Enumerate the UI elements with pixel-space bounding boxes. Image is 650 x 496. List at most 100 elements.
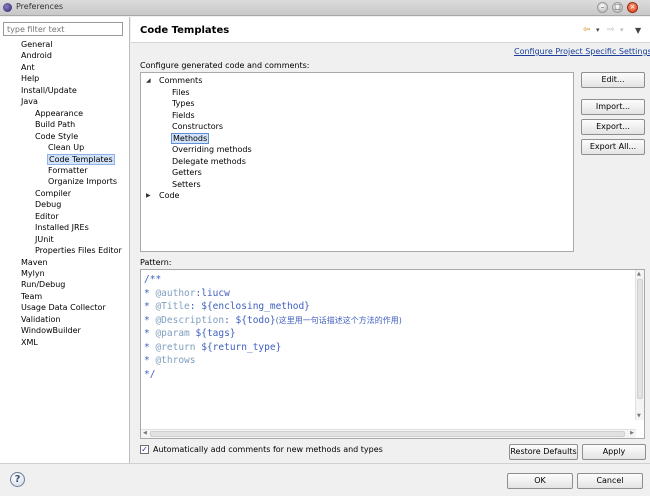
pattern-text-segment: * xyxy=(144,341,156,353)
cancel-button[interactable]: Cancel xyxy=(577,473,643,489)
export-all-button[interactable]: Export All... xyxy=(581,139,645,155)
sidebar-item[interactable]: Code Style xyxy=(34,131,79,142)
window-title: Preferences xyxy=(16,2,64,11)
pattern-line: * @Description: ${todo}(这里用一句话描述这个方法的作用) xyxy=(144,314,402,328)
configure-project-settings-link[interactable]: Configure Project Specific Settings... xyxy=(514,47,650,56)
horizontal-scrollbar[interactable]: ◀ ▶ xyxy=(141,429,636,438)
title-bar: Preferences – □ × xyxy=(0,0,650,16)
sidebar-item[interactable]: Organize Imports xyxy=(47,176,118,187)
pattern-text-segment: /** xyxy=(144,274,162,285)
ok-button[interactable]: OK xyxy=(507,473,573,489)
view-menu-icon[interactable]: ▼ xyxy=(635,26,641,35)
sidebar-item[interactable]: Debug xyxy=(34,199,62,210)
template-tree-item[interactable]: Getters xyxy=(171,167,203,178)
pattern-label: Pattern: xyxy=(140,258,172,267)
import-button[interactable]: Import... xyxy=(581,99,645,115)
sidebar-item[interactable]: Installed JREs xyxy=(34,222,90,233)
pattern-editor[interactable]: /** * @author:liucw * @Title: ${enclosing_… xyxy=(140,269,645,439)
template-tree-item[interactable]: Overriding methods xyxy=(171,144,253,155)
apply-button[interactable]: Apply xyxy=(582,444,646,460)
sidebar-item[interactable]: JUnit xyxy=(34,234,55,245)
maximize-button[interactable]: □ xyxy=(612,2,623,13)
pattern-line: * @Title: ${enclosing_method} xyxy=(144,300,402,314)
restore-defaults-button[interactable]: Restore Defaults xyxy=(509,444,578,460)
scroll-up-icon[interactable]: ▲ xyxy=(637,271,641,277)
sidebar-item[interactable]: Properties Files Editor xyxy=(34,245,123,256)
sidebar-item[interactable]: Java xyxy=(20,96,39,107)
export-button[interactable]: Export... xyxy=(581,119,645,135)
page-header: Code Templates ⇦ ▾ ⇨ ▾ ▼ xyxy=(131,17,650,43)
edit-button[interactable]: Edit... xyxy=(581,72,645,88)
sidebar-item[interactable]: Formatter xyxy=(47,165,89,176)
pattern-text-segment: : ${enclosing_method} xyxy=(189,301,310,312)
auto-comments-label: Automatically add comments for new metho… xyxy=(153,445,383,454)
close-button[interactable]: × xyxy=(627,2,638,13)
scroll-left-icon[interactable]: ◀ xyxy=(143,430,147,436)
template-tree-item[interactable]: Constructors xyxy=(171,121,224,132)
minimize-icon: – xyxy=(600,3,605,11)
sidebar-item[interactable]: Clean Up xyxy=(47,142,85,153)
sidebar-item[interactable]: Validation xyxy=(20,314,62,325)
template-tree-item[interactable]: Types xyxy=(171,98,196,109)
sidebar-item[interactable]: Appearance xyxy=(34,108,84,119)
javadoc-tag: @author xyxy=(155,287,196,299)
sidebar-item[interactable]: Code Templates xyxy=(47,153,115,165)
sidebar-item[interactable]: WindowBuilder xyxy=(20,325,82,336)
sidebar-item[interactable]: Mylyn xyxy=(20,268,46,279)
help-icon[interactable]: ? xyxy=(10,472,25,487)
template-tree-item[interactable]: Delegate methods xyxy=(171,156,247,167)
horizontal-scroll-thumb[interactable] xyxy=(150,431,625,437)
pattern-line: * @return ${return_type} xyxy=(144,341,402,355)
template-tree-item[interactable]: Fields xyxy=(171,110,196,121)
pattern-text-segment: * xyxy=(144,355,156,366)
scroll-down-icon[interactable]: ▼ xyxy=(637,413,641,419)
sidebar-item[interactable]: Ant xyxy=(20,62,36,73)
template-tree-item[interactable]: Code xyxy=(158,190,180,201)
preference-page: Code Templates ⇦ ▾ ⇨ ▾ ▼ Configure Proje… xyxy=(131,17,650,463)
sidebar-item[interactable]: Install/Update xyxy=(20,85,78,96)
templates-tree[interactable]: ◢ Comments Files Types Fields Constructors Met… xyxy=(140,72,574,252)
sidebar-item[interactable]: XML xyxy=(20,337,39,348)
template-tree-item[interactable]: Files xyxy=(171,87,191,98)
sidebar-item[interactable]: Build Path xyxy=(34,119,76,130)
collapsed-twisty-icon[interactable]: ▶ xyxy=(146,190,151,201)
template-tree-item[interactable]: Comments xyxy=(158,75,203,86)
pattern-line: * @param ${tags} xyxy=(144,327,402,341)
pattern-text[interactable]: /** * @author:liucw * @Title: ${enclosing_… xyxy=(144,273,402,381)
minimize-button[interactable]: – xyxy=(597,2,608,13)
pattern-line: /** xyxy=(144,273,402,287)
javadoc-tag: @return xyxy=(155,341,196,353)
pattern-text-segment: * xyxy=(144,287,156,299)
forward-arrow-icon[interactable]: ⇨ xyxy=(607,25,615,35)
back-dropdown-icon[interactable]: ▾ xyxy=(596,26,600,34)
sidebar-item[interactable]: Run/Debug xyxy=(20,279,66,290)
sidebar-item[interactable]: General xyxy=(20,39,54,50)
eclipse-icon xyxy=(3,3,12,12)
sidebar-item[interactable]: Usage Data Collector xyxy=(20,302,107,313)
sidebar-item[interactable]: Compiler xyxy=(34,188,72,199)
forward-dropdown-icon[interactable]: ▾ xyxy=(620,26,624,34)
sidebar-item[interactable]: Android xyxy=(20,50,53,61)
sidebar-item[interactable]: Maven xyxy=(20,257,49,268)
javadoc-tag: @Description xyxy=(155,314,225,326)
auto-comments-checkbox[interactable]: ✓ xyxy=(140,445,149,454)
template-tree-item[interactable]: Setters xyxy=(171,179,202,190)
pattern-text-segment: */ xyxy=(144,368,156,380)
javadoc-tag: @Title xyxy=(155,301,190,312)
sidebar-item[interactable]: Team xyxy=(20,291,43,302)
vertical-scroll-thumb[interactable] xyxy=(637,279,643,399)
scroll-right-icon[interactable]: ▶ xyxy=(630,430,634,436)
close-icon: × xyxy=(629,3,636,11)
sidebar-item[interactable]: Help xyxy=(20,73,40,84)
filter-input[interactable] xyxy=(3,22,123,36)
vertical-scrollbar[interactable]: ▲ ▼ xyxy=(635,270,644,420)
pattern-text-segment: :liucw xyxy=(195,287,230,299)
pattern-line: * @throws xyxy=(144,354,402,368)
template-tree-item[interactable]: Methods xyxy=(171,132,210,144)
pattern-line: * @author:liucw xyxy=(144,287,402,301)
sidebar-item[interactable]: Editor xyxy=(34,211,60,222)
expanded-twisty-icon[interactable]: ◢ xyxy=(146,75,151,86)
javadoc-tag: @throws xyxy=(155,355,196,366)
back-arrow-icon[interactable]: ⇦ xyxy=(583,25,591,35)
pattern-line: */ xyxy=(144,368,402,382)
